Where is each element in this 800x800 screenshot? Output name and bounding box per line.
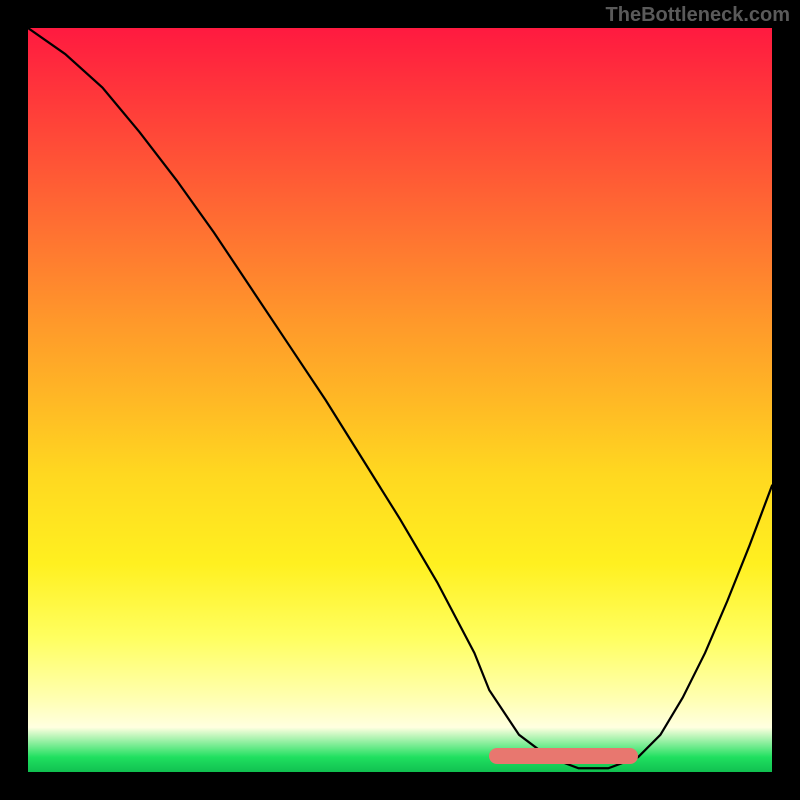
curve-svg [28,28,772,772]
optimal-range-band [489,748,638,764]
watermark-text: TheBottleneck.com [606,4,790,27]
plot-area [28,28,772,772]
bottleneck-curve [28,28,772,768]
